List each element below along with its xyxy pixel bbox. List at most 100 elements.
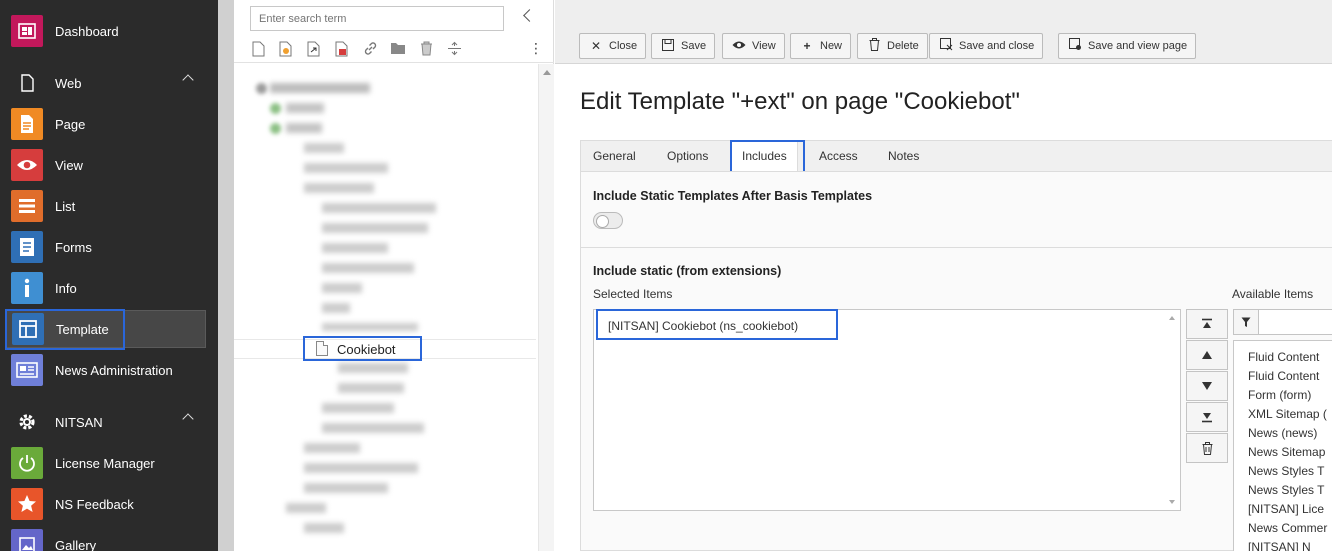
scroll-up-icon[interactable] — [543, 70, 551, 75]
page-title: Edit Template "+ext" on page "Cookiebot" — [580, 88, 1020, 115]
trash-icon — [1202, 441, 1212, 455]
chevron-up-icon[interactable] — [182, 413, 194, 425]
star-icon — [11, 488, 43, 520]
tree-scrollbar[interactable] — [538, 64, 554, 551]
module-label: Forms — [55, 239, 92, 255]
page-icon — [11, 108, 43, 140]
module-forms[interactable]: Forms — [0, 228, 218, 266]
module-ns-feedback[interactable]: NS Feedback — [0, 485, 218, 523]
move-to-bottom-button[interactable] — [1186, 402, 1228, 432]
gallery-icon — [11, 529, 43, 551]
tab-options[interactable]: Options — [667, 141, 708, 172]
module-label: News Administration — [55, 362, 173, 378]
close-icon: ✕ — [590, 39, 602, 53]
scroll-down-icon[interactable] — [1169, 500, 1175, 504]
module-label: Dashboard — [55, 23, 119, 39]
list-item[interactable]: [NITSAN] N — [1234, 538, 1332, 551]
list-item[interactable]: [NITSAN] Lice — [1234, 500, 1332, 519]
save-icon — [661, 38, 675, 54]
module-group-nitsan[interactable]: NITSAN — [0, 403, 218, 441]
list-item[interactable]: News Styles T — [1234, 462, 1332, 481]
list-item[interactable]: News Sitemap — [1234, 443, 1332, 462]
module-news-administration[interactable]: News Administration — [0, 351, 218, 389]
list-item[interactable]: Fluid Content — [1234, 348, 1332, 367]
tree-toolbar-divider — [234, 62, 554, 63]
document-icon — [11, 67, 43, 99]
save-and-close-button[interactable]: Save and close — [929, 33, 1044, 59]
tab-access[interactable]: Access — [819, 141, 858, 172]
module-label: View — [55, 157, 83, 173]
filter-icon[interactable] — [1233, 309, 1259, 335]
info-icon — [11, 272, 43, 304]
scroll-up-icon[interactable] — [1169, 316, 1175, 320]
selected-items-list[interactable]: [NITSAN] Cookiebot (ns_cookiebot) — [593, 309, 1181, 511]
tree-node-label: Cookiebot — [337, 342, 396, 357]
close-button[interactable]: ✕ Close — [579, 33, 647, 59]
list-item[interactable]: News (news) — [1234, 424, 1332, 443]
divider-icon[interactable] — [446, 41, 462, 57]
main-content: Edit Template "+ext" on page "Cookiebot"… — [555, 65, 1332, 551]
tab-notes[interactable]: Notes — [888, 141, 919, 172]
move-up-button[interactable] — [1186, 340, 1228, 370]
forms-icon — [11, 231, 43, 263]
list-item[interactable]: Fluid Content — [1234, 367, 1332, 386]
move-top-icon — [1202, 318, 1212, 328]
move-bottom-icon — [1202, 413, 1212, 423]
module-group-web[interactable]: Web — [0, 64, 218, 102]
eye-icon — [732, 39, 746, 53]
page-tree-panel: ⋮ Cookiebot — [234, 0, 554, 551]
move-down-icon — [1202, 382, 1212, 390]
module-list[interactable]: List — [0, 187, 218, 225]
module-template[interactable]: Template — [6, 310, 206, 348]
move-down-button[interactable] — [1186, 371, 1228, 401]
dashboard-icon — [11, 15, 43, 47]
folder-icon[interactable] — [390, 41, 406, 57]
module-view[interactable]: View — [0, 146, 218, 184]
list-item[interactable]: Form (form) — [1234, 386, 1332, 405]
selected-items-scrollbar[interactable] — [1166, 310, 1180, 510]
filter-input[interactable] — [1258, 309, 1332, 335]
module-info[interactable]: Info — [0, 269, 218, 307]
link-icon[interactable] — [362, 41, 378, 57]
tree-resize-bar[interactable] — [218, 0, 234, 551]
tab-general[interactable]: General — [593, 141, 636, 172]
available-items-label: Available Items — [1232, 287, 1314, 301]
static-after-toggle[interactable] — [593, 212, 623, 229]
new-shortcut-icon[interactable] — [306, 41, 322, 57]
tree-node-selected[interactable]: Cookiebot — [234, 339, 536, 359]
module-label: Template — [56, 321, 109, 337]
power-icon — [11, 447, 43, 479]
save-close-icon — [939, 38, 953, 54]
list-item[interactable]: [NITSAN] Cookiebot (ns_cookiebot) — [608, 319, 798, 333]
delete-button[interactable]: Delete — [857, 33, 928, 59]
new-page-restricted-icon[interactable] — [278, 41, 294, 57]
new-button[interactable]: + New — [790, 33, 852, 59]
save-button[interactable]: Save — [651, 33, 716, 59]
trash-icon[interactable] — [418, 41, 434, 57]
page-icon — [316, 341, 328, 356]
save-and-view-page-button[interactable]: Save and view page — [1058, 33, 1197, 59]
list-item[interactable]: News Commer — [1234, 519, 1332, 538]
module-page[interactable]: Page — [0, 105, 218, 143]
new-page-icon[interactable] — [250, 41, 266, 57]
list-item[interactable]: News Styles T — [1234, 481, 1332, 500]
remove-item-button[interactable] — [1186, 433, 1228, 463]
module-label: NS Feedback — [55, 496, 134, 512]
tree-search-input[interactable] — [250, 6, 504, 31]
gear-icon — [11, 406, 43, 438]
new-external-link-icon[interactable] — [334, 41, 350, 57]
list-item[interactable]: XML Sitemap ( — [1234, 405, 1332, 424]
available-items-list[interactable]: Fluid Content Fluid Content Form (form) … — [1233, 340, 1332, 551]
chevron-up-icon[interactable] — [182, 74, 194, 86]
view-button[interactable]: View — [722, 33, 785, 59]
collapse-tree-icon[interactable] — [523, 9, 536, 22]
move-to-top-button[interactable] — [1186, 309, 1228, 339]
module-dashboard[interactable]: Dashboard — [0, 12, 218, 50]
module-license-manager[interactable]: License Manager — [0, 444, 218, 482]
module-gallery[interactable]: Gallery — [0, 526, 218, 551]
save-view-icon — [1068, 38, 1082, 54]
tab-includes[interactable]: Includes — [731, 141, 798, 173]
more-options-icon[interactable]: ⋮ — [529, 40, 543, 56]
doc-header-toolbar: ✕ Close Save View + New Delete Save and cl… — [555, 0, 1332, 64]
module-label: License Manager — [55, 455, 155, 471]
